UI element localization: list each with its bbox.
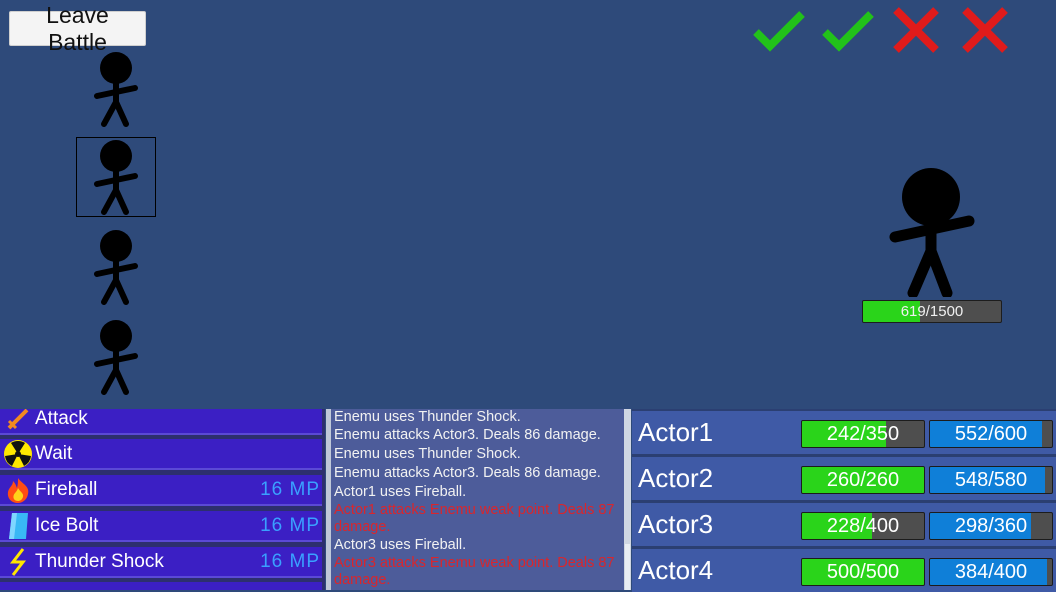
hp-text: 500/500 [826, 560, 900, 583]
log-line-highlight: Actor1 attacks Enemu weak point. Deals 8… [334, 502, 615, 535]
hp-bar: 260/260 [801, 466, 925, 494]
actor-row[interactable]: Actor3 228/400 298/360 [632, 503, 1056, 546]
cross-icon [886, 6, 946, 56]
mp-text: 552/600 [954, 422, 1028, 445]
hp-bar: 242/350 [801, 420, 925, 448]
stickman-icon [889, 168, 975, 299]
log-line: Actor3 uses Fireball. [334, 537, 467, 553]
actor-name: Actor1 [638, 417, 714, 447]
hp-bar: 500/500 [801, 558, 925, 586]
leave-battle-button[interactable]: Leave Battle [9, 2, 146, 55]
command-attack[interactable]: Attack [0, 409, 322, 435]
hp-bar: 228/400 [801, 512, 925, 540]
mp-bar: 552/600 [929, 420, 1053, 448]
cross-icon [955, 6, 1015, 56]
command-next[interactable] [0, 582, 322, 590]
command-label: Ice Bolt [35, 514, 99, 536]
mp-text: 384/400 [954, 560, 1028, 583]
stickman-icon [94, 52, 138, 127]
command-label: Fireball [35, 478, 98, 500]
ice-icon [0, 512, 35, 540]
command-thunder-shock[interactable]: Thunder Shock 16 MP [0, 547, 322, 578]
party-status-panel: Actor1 242/350 552/600 Actor2 260/260 54… [632, 409, 1056, 592]
log-line: Enemu attacks Actor3. Deals 86 damage. [334, 427, 601, 443]
actor-row[interactable]: Actor4 500/500 384/400 [632, 549, 1056, 592]
mp-bar: 298/360 [929, 512, 1053, 540]
log-line-highlight: Actor3 attacks Enemu weak point. Deals 8… [334, 555, 615, 588]
command-menu: Attack Wait Fireball 16 MP Ice Bolt 16 M… [0, 409, 325, 590]
hp-text: 242/350 [826, 422, 900, 445]
log-line: Enemu attacks Actor3. Deals 86 damage. [334, 465, 601, 481]
log-line: Actor1 uses Fireball. [334, 484, 467, 500]
enemy-hp-text: 619/1500 [900, 303, 964, 320]
actor-name: Actor3 [638, 509, 714, 539]
mp-text: 298/360 [954, 514, 1028, 537]
log-line: Enemu uses Thunder Shock. [334, 409, 521, 425]
hp-text: 228/400 [826, 514, 900, 537]
actor-name: Actor4 [638, 555, 714, 585]
stickman-icon [94, 230, 138, 305]
stickman-icon [94, 140, 138, 215]
sword-icon [0, 409, 35, 432]
log-scrollbar-thumb[interactable] [625, 544, 630, 590]
party-member-3[interactable] [76, 228, 156, 308]
party-member-4[interactable] [76, 318, 156, 398]
mp-bar: 384/400 [929, 558, 1053, 586]
enemy-figure[interactable] [885, 165, 977, 302]
party-member-1[interactable] [76, 46, 156, 127]
battle-log: Enemu uses Thunder Shock. Enemu attacks … [331, 409, 624, 590]
log-scrollbar[interactable] [624, 409, 631, 590]
log-line: Enemu uses Thunder Shock. [334, 446, 521, 462]
command-cost: 16 MP [260, 478, 320, 500]
check-icon [819, 6, 879, 56]
command-fireball[interactable]: Fireball 16 MP [0, 475, 322, 506]
command-ice-bolt[interactable]: Ice Bolt 16 MP [0, 511, 322, 542]
enemy-hp-bar: 619/1500 [862, 300, 1002, 323]
command-wait[interactable]: Wait [0, 439, 322, 470]
command-label: Attack [35, 409, 88, 429]
command-label: Thunder Shock [35, 550, 164, 572]
radiation-icon [0, 439, 35, 469]
actor-name: Actor2 [638, 463, 714, 493]
command-cost: 16 MP [260, 550, 320, 572]
hp-text: 260/260 [826, 468, 900, 491]
command-cost: 16 MP [260, 514, 320, 536]
actor-row[interactable]: Actor1 242/350 552/600 [632, 411, 1056, 454]
mp-bar: 548/580 [929, 466, 1053, 494]
lightning-icon [0, 547, 35, 577]
party-member-2[interactable] [76, 137, 156, 217]
fire-icon [0, 476, 35, 504]
stickman-icon [94, 320, 138, 395]
command-label: Wait [35, 442, 73, 464]
mp-text: 548/580 [954, 468, 1028, 491]
check-icon [750, 6, 810, 56]
actor-row[interactable]: Actor2 260/260 548/580 [632, 457, 1056, 500]
